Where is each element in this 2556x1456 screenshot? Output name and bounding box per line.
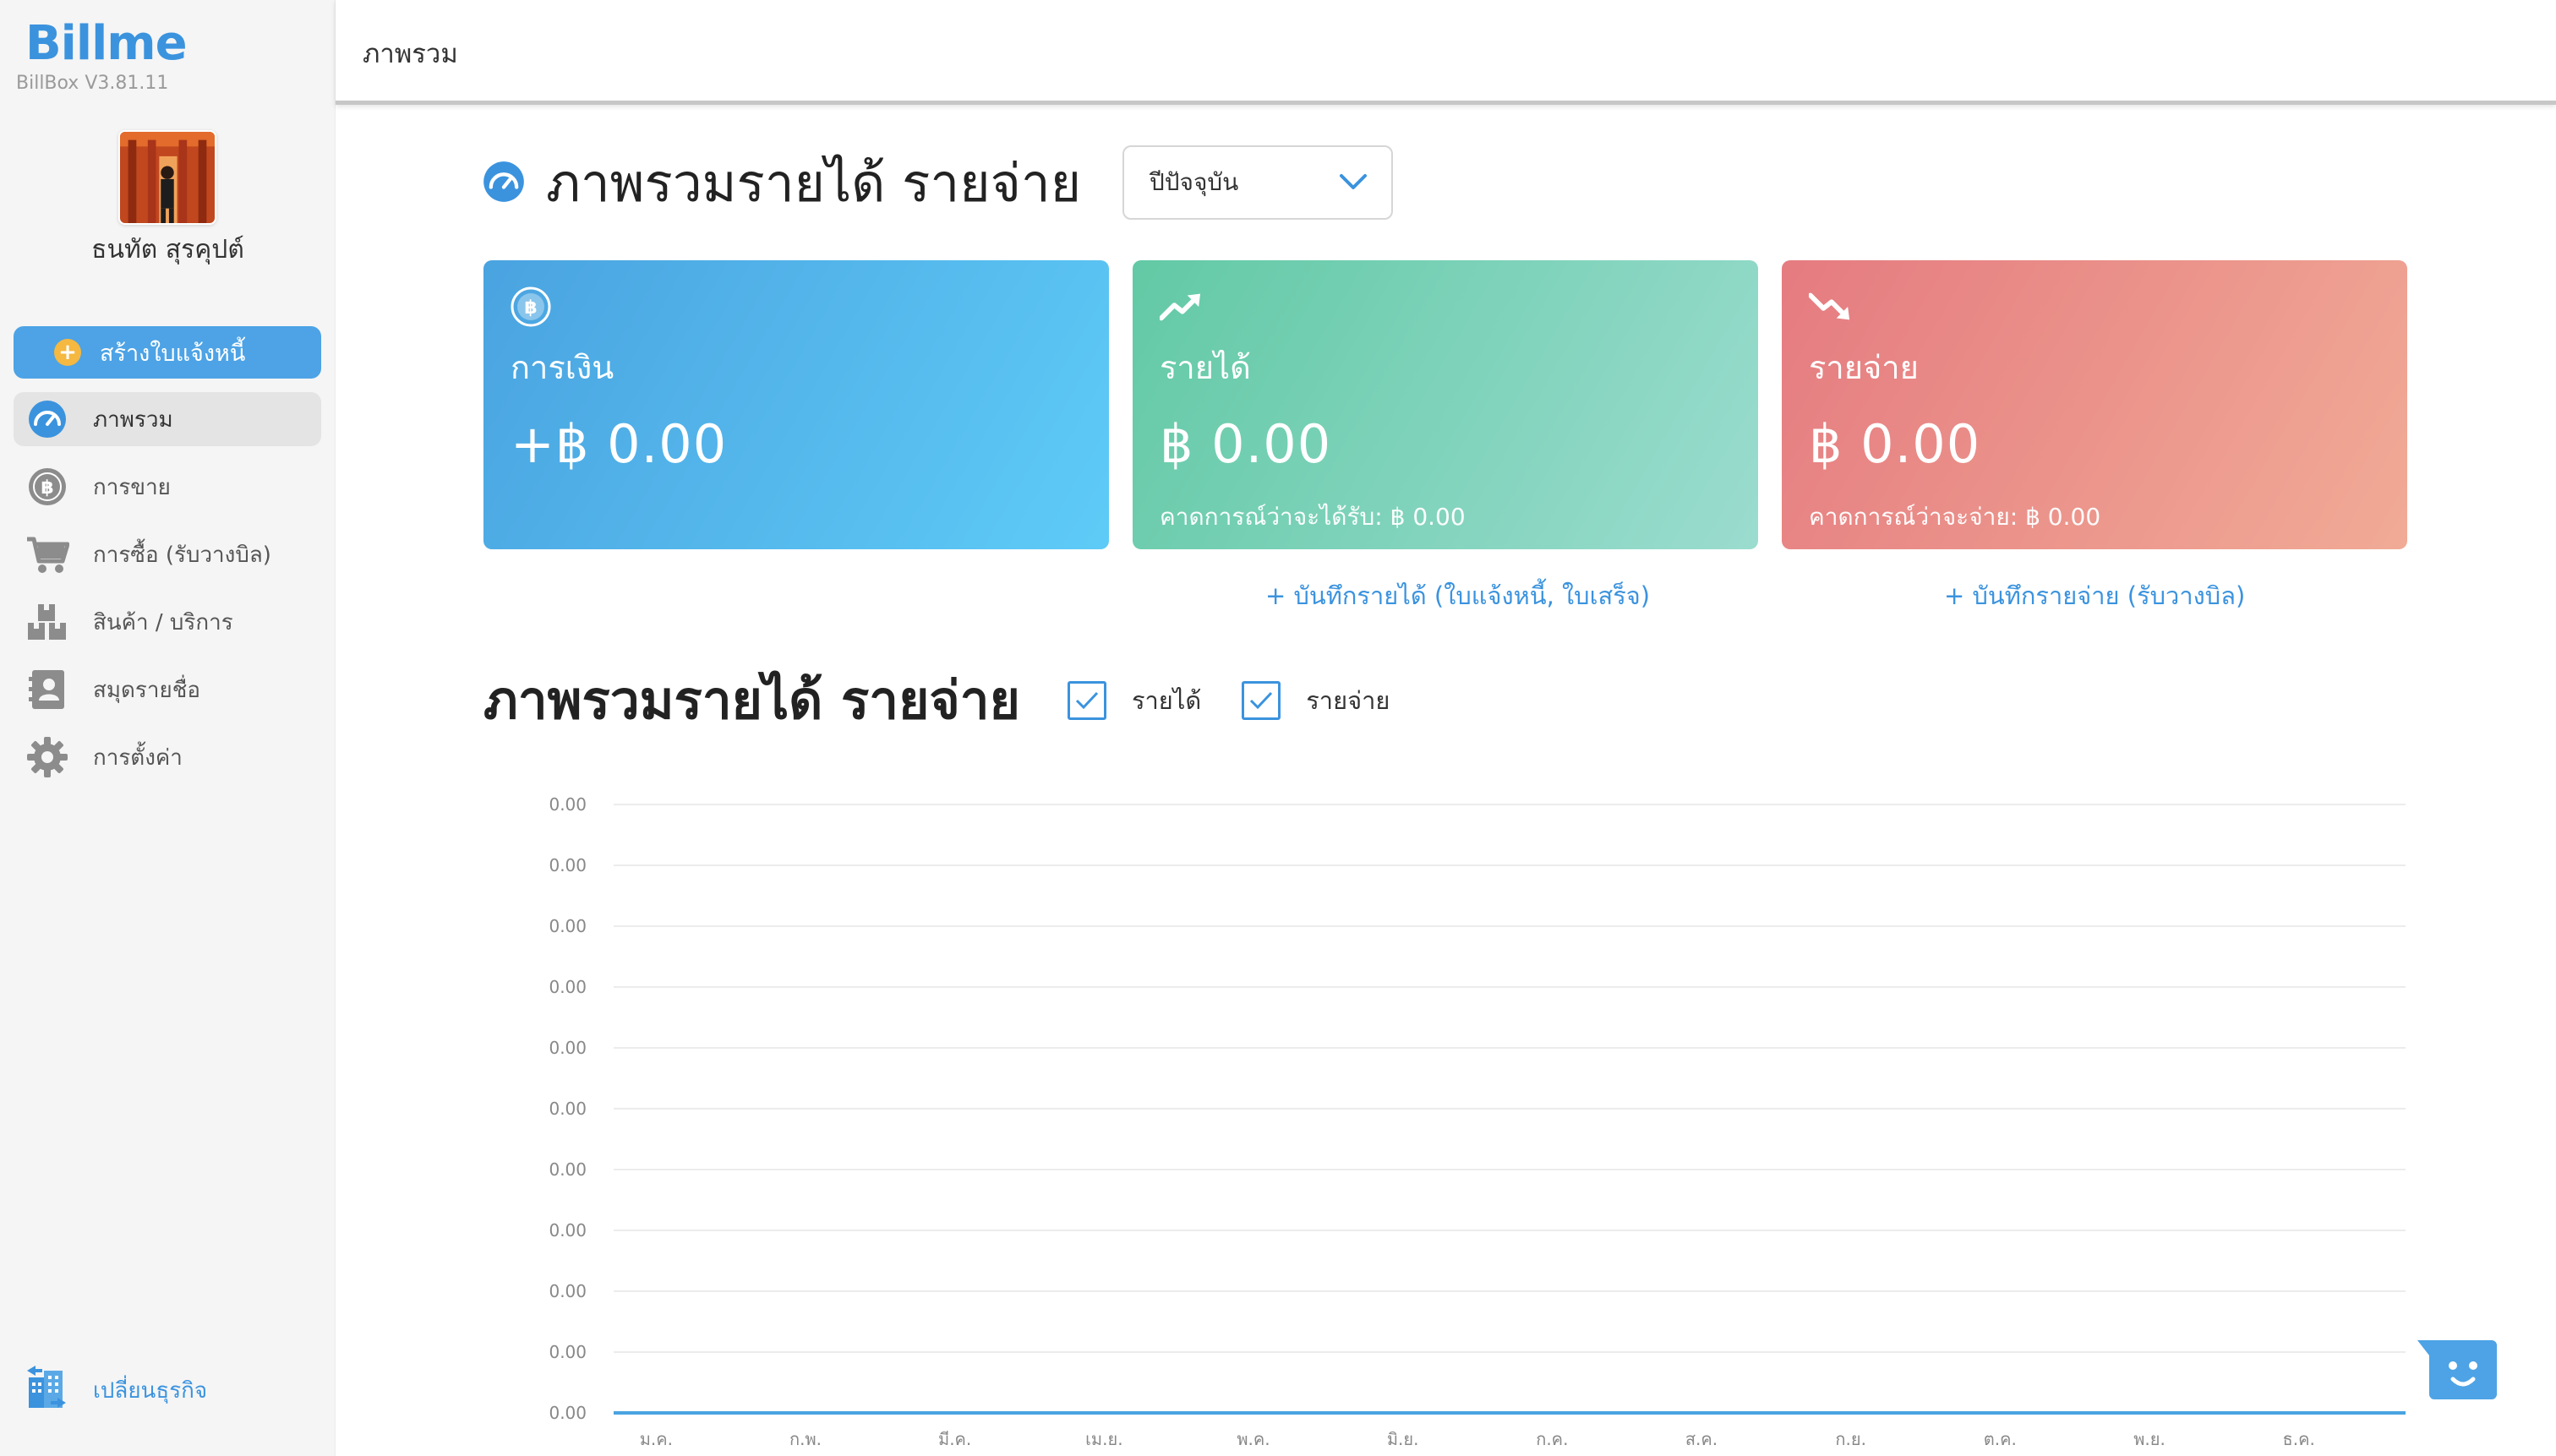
x-tick-label: ต.ค. [1984, 1429, 2017, 1449]
dashboard-gauge-icon [25, 397, 69, 441]
svg-text:฿: ฿ [41, 477, 53, 499]
sidebar-item-overview[interactable]: ภาพรวม [14, 392, 321, 446]
checkbox-checked-icon[interactable] [1067, 681, 1106, 720]
money-card-label: การเงิน [511, 349, 614, 386]
expense-card: รายจ่าย ฿ 0.00 คาดการณ์ว่าจะจ่าย: ฿ 0.00 [1782, 260, 2407, 549]
period-select-value: ปีปัจจุบัน [1150, 168, 1239, 196]
trend-down-icon [1809, 286, 1851, 328]
x-tick-label: ส.ค. [1685, 1429, 1718, 1449]
chevron-down-icon [1339, 169, 1368, 197]
switch-business-button[interactable]: เปลี่ยนธุรกิจ [25, 1366, 207, 1415]
x-tick-label: ม.ค. [640, 1429, 673, 1449]
avatar[interactable] [118, 130, 216, 225]
expense-card-label: รายจ่าย [1809, 349, 1919, 386]
legend-income-toggle[interactable]: รายได้ [1067, 681, 1202, 720]
y-tick-label: 0.00 [549, 1281, 587, 1301]
x-tick-label: ก.ย. [1835, 1429, 1866, 1449]
legend-expense-label: รายจ่าย [1306, 686, 1390, 715]
sidebar-item-label: สินค้า / บริการ [93, 609, 233, 635]
x-tick-label: มี.ค. [938, 1429, 971, 1449]
chart-header: ภาพรวมรายได้ รายจ่าย รายได้ รายจ่าย [483, 659, 1430, 742]
brand-logo[interactable]: Billme [25, 20, 188, 68]
sidebar-item-label: การตั้งค่า [93, 744, 183, 771]
cart-icon [25, 532, 69, 576]
baht-coin-icon: ฿ [25, 465, 69, 509]
checkbox-checked-icon[interactable] [1242, 681, 1281, 720]
sidebar-item-sales[interactable]: ฿ การขาย [14, 460, 321, 514]
page-title: ภาพรวม [363, 39, 458, 69]
y-tick-label: 0.00 [549, 1038, 587, 1058]
income-expense-chart: 0.00 0.00 0.00 0.00 0.00 0.00 0.00 0.00 0.00 0.00… [507, 777, 2417, 1456]
chat-bot-icon [2417, 1340, 2497, 1399]
y-tick-label: 0.00 [549, 1159, 587, 1180]
chart-canvas: 0.00 0.00 0.00 0.00 0.00 0.00 0.00 0.00 0.00 0.00… [549, 794, 2406, 1449]
y-tick-label: 0.00 [549, 794, 587, 815]
overview-header: ภาพรวมรายได้ รายจ่าย [482, 142, 1081, 225]
expense-forecast: คาดการณ์ว่าจะจ่าย: ฿ 0.00 [1809, 503, 2101, 531]
overview-title: ภาพรวมรายได้ รายจ่าย [546, 152, 1082, 214]
expense-card-value: ฿ 0.00 [1809, 413, 1981, 475]
sidebar-item-label: สมุดรายชื่อ [93, 677, 200, 703]
x-tick-label: ธ.ค. [2283, 1429, 2315, 1449]
record-expense-link[interactable]: + บันทึกรายจ่าย (รับวางบิล) [1944, 576, 2245, 615]
y-tick-label: 0.00 [549, 1099, 587, 1119]
sidebar: Billme BillBox V3.81.11 ธนทัต สุรคุปต์ +… [0, 0, 336, 1456]
x-tick-label: เม.ย. [1085, 1429, 1122, 1449]
baht-coin-icon: ฿ [511, 286, 553, 328]
legend-income-label: รายได้ [1131, 686, 1202, 715]
y-tick-label: 0.00 [549, 1342, 587, 1362]
sidebar-item-settings[interactable]: การตั้งค่า [14, 730, 321, 784]
record-income-link[interactable]: + บันทึกรายได้ (ใบแจ้งหนี้, ใบเสร็จ) [1265, 576, 1650, 615]
money-card-value: +฿ 0.00 [511, 413, 728, 475]
x-tick-label: มิ.ย. [1387, 1429, 1419, 1449]
app-version: BillBox V3.81.11 [16, 73, 169, 94]
y-tick-label: 0.00 [549, 977, 587, 997]
sidebar-item-label: การขาย [93, 474, 171, 500]
svg-text:฿: ฿ [524, 297, 537, 319]
sidebar-nav: ภาพรวม ฿ การขาย การซื้อ (รับวางบิล) สินค… [14, 392, 321, 798]
y-tick-label: 0.00 [549, 1403, 587, 1423]
income-forecast: คาดการณ์ว่าจะได้รับ: ฿ 0.00 [1160, 503, 1466, 531]
period-select[interactable]: ปีปัจจุบัน [1122, 145, 1393, 220]
sidebar-item-label: การซื้อ (รับวางบิล) [93, 542, 271, 568]
income-card: รายได้ ฿ 0.00 คาดการณ์ว่าจะได้รับ: ฿ 0.0… [1133, 260, 1758, 549]
income-card-value: ฿ 0.00 [1160, 413, 1332, 475]
sidebar-item-purchases[interactable]: การซื้อ (รับวางบิล) [14, 527, 321, 581]
plus-icon: + [54, 339, 81, 366]
boxes-icon [25, 600, 69, 644]
sidebar-item-label: ภาพรวม [93, 406, 173, 433]
building-switch-icon [25, 1366, 68, 1415]
create-invoice-label: สร้างใบแจ้งหนี้ [100, 340, 246, 367]
top-bar: ภาพรวม [336, 0, 2556, 105]
y-tick-label: 0.00 [549, 1220, 587, 1241]
x-tick-label: พ.ค. [1237, 1429, 1270, 1449]
y-tick-label: 0.00 [549, 855, 587, 875]
x-tick-label: ก.พ. [789, 1429, 822, 1449]
switch-business-label: เปลี่ยนธุรกิจ [93, 1378, 208, 1404]
legend-expense-toggle[interactable]: รายจ่าย [1242, 681, 1390, 720]
user-name: ธนทัต สุรคุปต์ [91, 235, 244, 264]
y-tick-label: 0.00 [549, 916, 587, 936]
sidebar-item-products[interactable]: สินค้า / บริการ [14, 595, 321, 649]
income-card-label: รายได้ [1160, 349, 1251, 386]
dashboard-gauge-icon [482, 160, 526, 207]
chart-title: ภาพรวมรายได้ รายจ่าย [483, 669, 1020, 731]
trend-up-icon [1160, 286, 1202, 328]
x-tick-label: พ.ย. [2133, 1429, 2166, 1449]
create-invoice-button[interactable]: + สร้างใบแจ้งหนี้ [14, 326, 321, 379]
sidebar-item-contacts[interactable]: สมุดรายชื่อ [14, 663, 321, 717]
gear-icon [25, 735, 69, 779]
address-book-icon [25, 668, 69, 712]
chat-bot-button[interactable] [2414, 1337, 2499, 1404]
x-tick-label: ก.ค. [1536, 1429, 1568, 1449]
money-card: ฿ การเงิน +฿ 0.00 [483, 260, 1109, 549]
